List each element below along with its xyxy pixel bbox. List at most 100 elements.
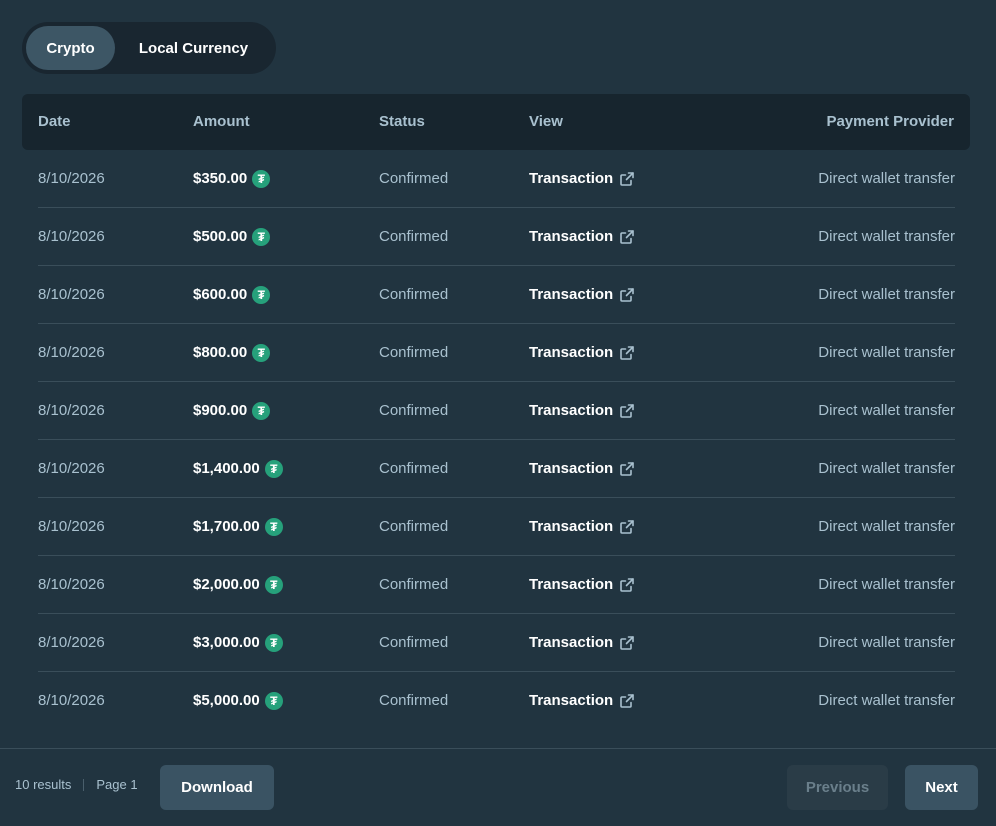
amount-cell: $800.00 ₮ (193, 324, 271, 382)
date-cell: 8/10/2026 (38, 692, 105, 709)
transaction-link[interactable]: Transaction (529, 556, 635, 614)
table-row: 8/10/2026 $600.00 ₮ Confirmed Transaction Dir… (38, 266, 955, 324)
column-header-payment-provider: Payment Provider (826, 113, 954, 130)
amount-cell: $900.00 ₮ (193, 382, 271, 440)
status-cell: Confirmed (379, 634, 449, 651)
transaction-link-label: Transaction (529, 460, 614, 477)
payment-provider-cell: Direct wallet transfer (818, 170, 955, 187)
status-cell: Confirmed (379, 518, 449, 535)
external-link-icon (619, 229, 635, 245)
tether-icon: ₮ (252, 228, 271, 246)
previous-button[interactable]: Previous (787, 765, 888, 810)
pagination-info: 10 results Page 1 (15, 777, 138, 792)
external-link-icon (619, 171, 635, 187)
transaction-link-label: Transaction (529, 286, 614, 303)
table-header: Date Amount Status View Payment Provider (22, 94, 970, 150)
status-cell: Confirmed (379, 344, 449, 361)
amount-value: $1,400.00 (193, 460, 260, 477)
column-header-date: Date (38, 113, 71, 130)
page-indicator: Page 1 (96, 777, 138, 792)
payment-provider-cell: Direct wallet transfer (818, 228, 955, 245)
payment-provider-cell: Direct wallet transfer (818, 344, 955, 361)
amount-cell: $1,700.00 ₮ (193, 498, 283, 556)
external-link-icon (619, 403, 635, 419)
tether-icon: ₮ (252, 170, 271, 188)
status-cell: Confirmed (379, 170, 449, 187)
payment-provider-cell: Direct wallet transfer (818, 692, 955, 709)
transaction-link[interactable]: Transaction (529, 672, 635, 730)
amount-cell: $1,400.00 ₮ (193, 440, 283, 498)
transaction-link[interactable]: Transaction (529, 498, 635, 556)
transaction-link[interactable]: Transaction (529, 382, 635, 440)
tether-icon: ₮ (264, 518, 283, 536)
external-link-icon (619, 345, 635, 361)
table-row: 8/10/2026 $1,700.00 ₮ Confirmed Transaction D… (38, 498, 955, 556)
transaction-link-label: Transaction (529, 228, 614, 245)
column-header-view: View (529, 113, 563, 130)
column-header-status: Status (379, 113, 425, 130)
external-link-icon (619, 287, 635, 303)
download-button[interactable]: Download (160, 765, 274, 810)
date-cell: 8/10/2026 (38, 634, 105, 651)
status-cell: Confirmed (379, 460, 449, 477)
amount-cell: $500.00 ₮ (193, 208, 271, 266)
amount-cell: $2,000.00 ₮ (193, 556, 283, 614)
transaction-link[interactable]: Transaction (529, 266, 635, 324)
status-cell: Confirmed (379, 692, 449, 709)
currency-toggle: Crypto Local Currency (22, 22, 276, 74)
tether-icon: ₮ (264, 576, 283, 594)
transaction-link[interactable]: Transaction (529, 324, 635, 382)
tether-icon: ₮ (264, 460, 283, 478)
tether-icon: ₮ (252, 286, 271, 304)
amount-cell: $600.00 ₮ (193, 266, 271, 324)
next-button[interactable]: Next (905, 765, 978, 810)
date-cell: 8/10/2026 (38, 344, 105, 361)
amount-value: $5,000.00 (193, 692, 260, 709)
table-row: 8/10/2026 $500.00 ₮ Confirmed Transaction Dir… (38, 208, 955, 266)
table-row: 8/10/2026 $2,000.00 ₮ Confirmed Transaction D… (38, 556, 955, 614)
payment-provider-cell: Direct wallet transfer (818, 634, 955, 651)
payment-provider-cell: Direct wallet transfer (818, 460, 955, 477)
date-cell: 8/10/2026 (38, 170, 105, 187)
amount-value: $3,000.00 (193, 634, 260, 651)
tether-icon: ₮ (264, 634, 283, 652)
table-footer: 10 results Page 1 Download Previous Next (0, 749, 996, 826)
tether-icon: ₮ (252, 402, 271, 420)
external-link-icon (619, 635, 635, 651)
transaction-link[interactable]: Transaction (529, 440, 635, 498)
tab-crypto[interactable]: Crypto (26, 26, 115, 70)
transaction-link-label: Transaction (529, 170, 614, 187)
divider (83, 778, 85, 791)
amount-cell: $350.00 ₮ (193, 150, 271, 208)
transaction-link-label: Transaction (529, 344, 614, 361)
amount-value: $800.00 (193, 344, 248, 361)
external-link-icon (619, 577, 635, 593)
status-cell: Confirmed (379, 228, 449, 245)
transaction-link-label: Transaction (529, 576, 614, 593)
table-row: 8/10/2026 $350.00 ₮ Confirmed Transaction Dir… (38, 150, 955, 208)
tether-icon: ₮ (264, 692, 283, 710)
amount-cell: $3,000.00 ₮ (193, 614, 283, 672)
table-row: 8/10/2026 $3,000.00 ₮ Confirmed Transaction D… (38, 614, 955, 672)
amount-value: $2,000.00 (193, 576, 260, 593)
transaction-link[interactable]: Transaction (529, 614, 635, 672)
date-cell: 8/10/2026 (38, 402, 105, 419)
status-cell: Confirmed (379, 402, 449, 419)
transaction-link[interactable]: Transaction (529, 150, 635, 208)
table-row: 8/10/2026 $5,000.00 ₮ Confirmed Transaction D… (38, 672, 955, 730)
tab-local-currency[interactable]: Local Currency (115, 26, 272, 70)
amount-value: $900.00 (193, 402, 248, 419)
payment-provider-cell: Direct wallet transfer (818, 402, 955, 419)
external-link-icon (619, 461, 635, 477)
transaction-link-label: Transaction (529, 634, 614, 651)
column-header-amount: Amount (193, 113, 250, 130)
transaction-link-label: Transaction (529, 692, 614, 709)
transaction-link-label: Transaction (529, 402, 614, 419)
transaction-link[interactable]: Transaction (529, 208, 635, 266)
date-cell: 8/10/2026 (38, 576, 105, 593)
external-link-icon (619, 693, 635, 709)
status-cell: Confirmed (379, 286, 449, 303)
results-count: 10 results (15, 777, 72, 792)
date-cell: 8/10/2026 (38, 228, 105, 245)
amount-value: $500.00 (193, 228, 248, 245)
